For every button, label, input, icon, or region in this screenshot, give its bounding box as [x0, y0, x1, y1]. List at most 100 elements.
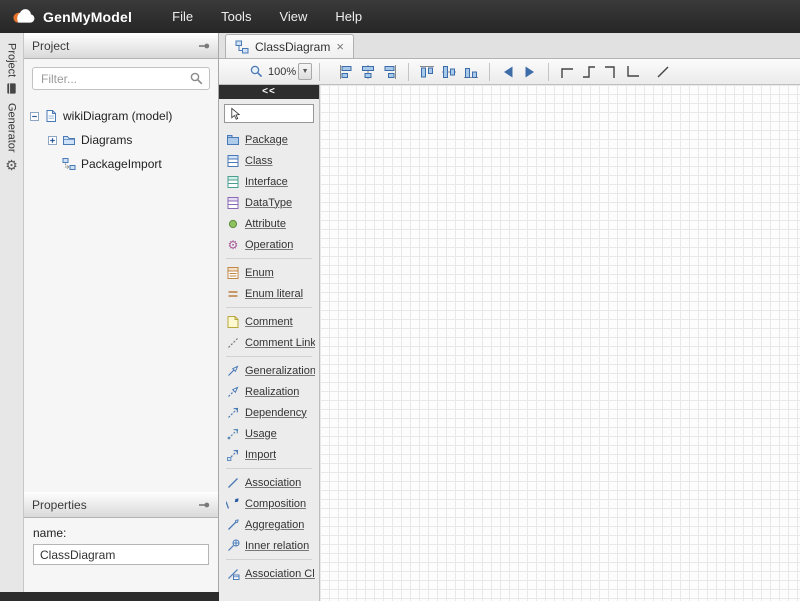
align-left-icon — [338, 64, 354, 80]
palette-item-inner-relation[interactable]: Inner relation — [219, 535, 319, 556]
palette-separator — [226, 559, 312, 560]
align-center-button[interactable] — [357, 62, 379, 82]
palette-item-operation[interactable]: ⚙ Operation — [219, 234, 319, 255]
rail-tab-generator[interactable]: Generator ⚙ — [5, 99, 18, 176]
filter-input[interactable] — [32, 67, 210, 90]
name-field[interactable] — [33, 544, 209, 565]
selection-tool-button[interactable] — [224, 104, 314, 123]
palette-item-composition[interactable]: Composition — [219, 493, 319, 514]
edge-style-down-right-button[interactable] — [622, 62, 644, 82]
tree-label: Diagrams — [81, 133, 132, 147]
attribute-icon — [226, 217, 240, 231]
editor-body: << Package Class — [219, 85, 800, 601]
project-panel-header: Project — [24, 33, 218, 59]
rail-tab-project-label: Project — [6, 43, 18, 77]
rail-tab-generator-label: Generator — [6, 103, 18, 153]
project-panel-title: Project — [32, 39, 69, 53]
datatype-icon — [226, 196, 240, 210]
align-middle-button[interactable] — [438, 62, 460, 82]
properties-panel-header: Properties — [24, 492, 218, 518]
palette-item-label: Composition — [245, 498, 306, 510]
workspace: Project Generator ⚙ Project — [0, 33, 800, 601]
project-pin-button[interactable] — [198, 41, 210, 51]
palette-separator — [226, 468, 312, 469]
palette-item-enum-literal[interactable]: Enum literal — [219, 283, 319, 304]
tool-palette: << Package Class — [219, 85, 320, 601]
align-bottom-button[interactable] — [460, 62, 482, 82]
class-icon — [226, 154, 240, 168]
palette-item-realization[interactable]: Realization — [219, 381, 319, 402]
zoom-dropdown-button[interactable]: ▼ — [298, 63, 312, 80]
menu-help[interactable]: Help — [321, 2, 376, 31]
palette-item-label: Association — [245, 477, 301, 489]
tree-row-wikidiagram[interactable]: wikiDiagram (model) — [28, 104, 214, 128]
edge-style-elbow-up-button[interactable] — [556, 62, 578, 82]
palette-item-interface[interactable]: Interface — [219, 171, 319, 192]
flip-right-icon — [522, 64, 538, 80]
aggregation-icon — [226, 518, 240, 532]
gear-icon: ⚙ — [5, 158, 18, 172]
palette-item-class[interactable]: Class — [219, 150, 319, 171]
palette-items: Package Class Interface DataType — [219, 127, 319, 601]
palette-item-usage[interactable]: Usage — [219, 423, 319, 444]
package-import-icon — [62, 157, 76, 171]
project-tree: wikiDiagram (model) Diagrams — [24, 96, 218, 492]
usage-icon — [226, 427, 240, 441]
align-top-icon — [419, 64, 435, 80]
palette-separator — [226, 307, 312, 308]
align-right-button[interactable] — [379, 62, 401, 82]
notebook-icon — [5, 82, 18, 95]
palette-item-comment-link[interactable]: Comment Link — [219, 332, 319, 353]
palette-item-attribute[interactable]: Attribute — [219, 213, 319, 234]
elbow-down-right-icon — [625, 64, 641, 80]
align-left-button[interactable] — [335, 62, 357, 82]
palette-item-package[interactable]: Package — [219, 129, 319, 150]
properties-panel-title: Properties — [32, 498, 87, 512]
flip-left-icon — [500, 64, 516, 80]
palette-collapse-button[interactable]: << — [219, 85, 319, 99]
properties-body: name: — [24, 518, 218, 601]
enum-literal-icon — [226, 287, 240, 301]
palette-item-label: Inner relation — [245, 540, 309, 552]
palette-item-aggregation[interactable]: Aggregation — [219, 514, 319, 535]
zoom-level-value: 100% — [268, 66, 296, 78]
palette-item-label: Class — [245, 155, 273, 167]
flip-left-button[interactable] — [497, 62, 519, 82]
menu-file[interactable]: File — [158, 2, 207, 31]
edge-style-straight-button[interactable] — [652, 62, 674, 82]
zoom-icon — [249, 64, 264, 79]
tab-classdiagram[interactable]: ClassDiagram × — [225, 34, 354, 58]
palette-item-comment[interactable]: Comment — [219, 311, 319, 332]
palette-item-association[interactable]: Association — [219, 472, 319, 493]
flip-right-button[interactable] — [519, 62, 541, 82]
diagram-canvas[interactable] — [320, 85, 800, 601]
expand-expander-icon[interactable] — [48, 136, 57, 145]
palette-item-association-class[interactable]: Association Cl... — [219, 563, 319, 584]
toolbar-separator — [489, 63, 490, 81]
collapse-expander-icon[interactable] — [30, 112, 39, 121]
tree-row-diagrams[interactable]: Diagrams — [28, 128, 214, 152]
operation-icon: ⚙ — [226, 238, 240, 252]
menu-tools[interactable]: Tools — [207, 2, 265, 31]
palette-item-import[interactable]: Import — [219, 444, 319, 465]
close-icon[interactable]: × — [336, 42, 344, 52]
align-top-button[interactable] — [416, 62, 438, 82]
edge-style-step-button[interactable] — [578, 62, 600, 82]
enum-icon — [226, 266, 240, 280]
palette-item-dependency[interactable]: Dependency — [219, 402, 319, 423]
palette-item-label: Package — [245, 134, 288, 146]
tree-row-packageimport[interactable]: PackageImport — [28, 152, 214, 176]
zoom-button[interactable] — [245, 62, 267, 82]
palette-item-generalization[interactable]: Generalization — [219, 360, 319, 381]
properties-pin-button[interactable] — [198, 500, 210, 510]
search-icon — [189, 71, 204, 86]
palette-item-datatype[interactable]: DataType — [219, 192, 319, 213]
palette-item-enum[interactable]: Enum — [219, 262, 319, 283]
tree-label: wikiDiagram (model) — [63, 109, 172, 123]
comment-link-icon — [226, 336, 240, 350]
menu-view[interactable]: View — [265, 2, 321, 31]
edge-style-right-down-button[interactable] — [600, 62, 622, 82]
tree-label: PackageImport — [81, 157, 162, 171]
rail-tab-project[interactable]: Project — [5, 39, 18, 99]
diagram-icon — [235, 40, 249, 54]
